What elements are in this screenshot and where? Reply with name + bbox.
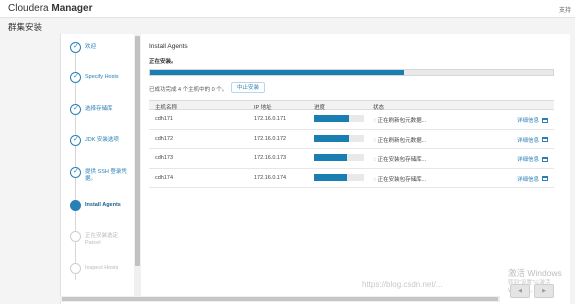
hscroll-thumb[interactable] bbox=[62, 297, 498, 301]
continue-arrow-icon: ▶ bbox=[542, 288, 546, 294]
back-arrow-icon: ◀ bbox=[518, 288, 522, 294]
table-row: cdh173 172.16.0.173 ◌正在安装包存储库... 详细信息 bbox=[149, 149, 554, 169]
details-link[interactable]: 详细信息 bbox=[517, 136, 548, 144]
popup-window-icon bbox=[542, 156, 548, 162]
details-link[interactable]: 详细信息 bbox=[517, 116, 548, 124]
table-row: cdh172 172.16.0.172 ◌正在刷新包元数据... 详细信息 bbox=[149, 130, 554, 149]
sidebar-scrollbar[interactable] bbox=[134, 34, 141, 296]
wizard-step-label: 正在安装选定 Parcel bbox=[85, 233, 119, 246]
table-header: 主机名称 IP 地址 进度 状态 bbox=[149, 100, 554, 111]
check-circle-icon: ✓ bbox=[70, 42, 81, 53]
wizard-step[interactable]: Inspect Hosts bbox=[70, 263, 134, 274]
horizontal-scrollbar[interactable] bbox=[60, 296, 500, 302]
wizard-step-label: Inspect Hosts bbox=[85, 265, 119, 271]
host-status-text: 正在安装包存储库... bbox=[377, 176, 427, 183]
host-progress-bar bbox=[314, 115, 364, 122]
hosts-table: 主机名称 IP 地址 进度 状态 cdh171 172.16.0.171 ◌正在刷新… bbox=[149, 100, 554, 188]
wizard-step-label: 欢迎 bbox=[85, 44, 97, 50]
host-name: cdh171 bbox=[155, 116, 174, 122]
host-ip: 172.16.0.171 bbox=[254, 116, 287, 122]
step-circle-icon bbox=[70, 263, 81, 274]
wizard-frame: ✓ 欢迎 ✓ Specify Hosts ✓ 选择存储库 ✓ JDK 安装选项 ✓ 提供 SSH … bbox=[60, 34, 570, 304]
host-progress-bar bbox=[314, 154, 364, 161]
host-progress-fill bbox=[314, 154, 347, 161]
check-circle-icon: ✓ bbox=[70, 135, 81, 146]
wizard-step-label: Install Agents bbox=[85, 202, 121, 208]
popup-window-icon bbox=[542, 137, 548, 142]
details-link[interactable]: 详细信息 bbox=[517, 155, 548, 163]
spinner-icon: ◌ bbox=[373, 118, 377, 124]
host-status-text: 正在刷新包元数据... bbox=[377, 137, 427, 144]
spinner-icon: ◌ bbox=[373, 157, 377, 163]
scrollbar-thumb[interactable] bbox=[135, 36, 140, 266]
overall-progress-bar bbox=[149, 69, 554, 76]
wizard-step[interactable]: ✓ 选择存储库 bbox=[70, 104, 134, 115]
host-progress-bar bbox=[314, 134, 364, 142]
back-button[interactable]: ◀ bbox=[510, 284, 530, 298]
overall-progress-fill bbox=[150, 70, 404, 75]
check-circle-icon: ✓ bbox=[70, 72, 81, 83]
wizard-step[interactable]: Install Agents bbox=[70, 200, 134, 211]
wizard-step[interactable]: ✓ 欢迎 bbox=[70, 42, 134, 53]
details-link-label: 详细信息 bbox=[516, 137, 539, 144]
spinner-icon: ◌ bbox=[373, 137, 377, 144]
check-circle-icon: ✓ bbox=[70, 167, 81, 178]
wizard-step-label: 提供 SSH 登录凭据。 bbox=[85, 169, 127, 182]
abort-install-button[interactable]: 中止安装 bbox=[231, 82, 266, 93]
app-logo[interactable]: Cloudera Manager bbox=[8, 3, 92, 14]
wizard-step[interactable]: ✓ 提供 SSH 登录凭据。 bbox=[70, 167, 134, 183]
host-ip: 172.16.0.173 bbox=[254, 155, 287, 161]
details-link-label: 详细信息 bbox=[516, 176, 539, 183]
top-bar: Cloudera Manager 支持 bbox=[0, 0, 575, 18]
wizard-step[interactable]: ✓ Specify Hosts bbox=[70, 72, 134, 83]
support-menu[interactable]: 支持 bbox=[559, 5, 571, 14]
host-status-text: 正在安装包存储库... bbox=[377, 157, 427, 163]
wizard-step-label: JDK 安装选项 bbox=[85, 137, 119, 143]
details-link[interactable]: 详细信息 bbox=[517, 175, 548, 183]
wizard-steps: ✓ 欢迎 ✓ Specify Hosts ✓ 选择存储库 ✓ JDK 安装选项 ✓ 提供 SSH … bbox=[61, 34, 136, 296]
table-row: cdh174 172.16.0.174 ◌正在安装包存储库... 详细信息 bbox=[149, 169, 554, 188]
host-status: ◌正在刷新包元数据... bbox=[373, 116, 426, 124]
wizard-step-label: 选择存储库 bbox=[85, 106, 113, 112]
host-progress-fill bbox=[314, 173, 347, 181]
details-link-label: 详细信息 bbox=[516, 118, 539, 124]
host-status: ◌正在安装包存储库... bbox=[373, 155, 426, 163]
check-circle-icon: ✓ bbox=[70, 104, 81, 115]
host-progress-fill bbox=[314, 134, 349, 142]
host-status: ◌正在刷新包元数据... bbox=[373, 136, 426, 144]
host-ip: 172.16.0.174 bbox=[254, 174, 287, 181]
spinner-icon: ◌ bbox=[373, 176, 377, 183]
continue-button[interactable]: ▶ bbox=[534, 284, 554, 298]
installing-label: 正在安装。 bbox=[149, 59, 177, 65]
host-name: cdh173 bbox=[155, 155, 174, 161]
host-ip: 172.16.0.172 bbox=[254, 135, 287, 142]
blog-watermark: https://blog.csdn.net/... bbox=[362, 280, 443, 289]
content-title: Install Agents bbox=[149, 43, 188, 50]
host-status: ◌正在安装包存储库... bbox=[373, 175, 426, 183]
details-link-label: 详细信息 bbox=[516, 157, 539, 163]
popup-window-icon bbox=[542, 117, 548, 123]
host-name: cdh172 bbox=[155, 135, 174, 142]
wizard-step[interactable]: 正在安装选定 Parcel bbox=[70, 231, 134, 247]
page-title: 群集安装 bbox=[8, 22, 43, 32]
host-name: cdh174 bbox=[155, 174, 174, 181]
wizard-step[interactable]: ✓ JDK 安装选项 bbox=[70, 135, 134, 146]
table-row: cdh171 172.16.0.171 ◌正在刷新包元数据... 详细信息 bbox=[149, 110, 554, 130]
wizard-step-label: Specify Hosts bbox=[85, 74, 119, 80]
host-progress-bar bbox=[314, 173, 364, 181]
host-status-text: 正在刷新包元数据... bbox=[377, 118, 427, 124]
step-circle-icon bbox=[70, 231, 81, 242]
popup-window-icon bbox=[542, 176, 548, 181]
summary-text: 已成功完成 4 个主机中的 0 个。 bbox=[149, 87, 228, 93]
host-progress-fill bbox=[314, 115, 349, 122]
step-circle-icon bbox=[70, 200, 81, 211]
